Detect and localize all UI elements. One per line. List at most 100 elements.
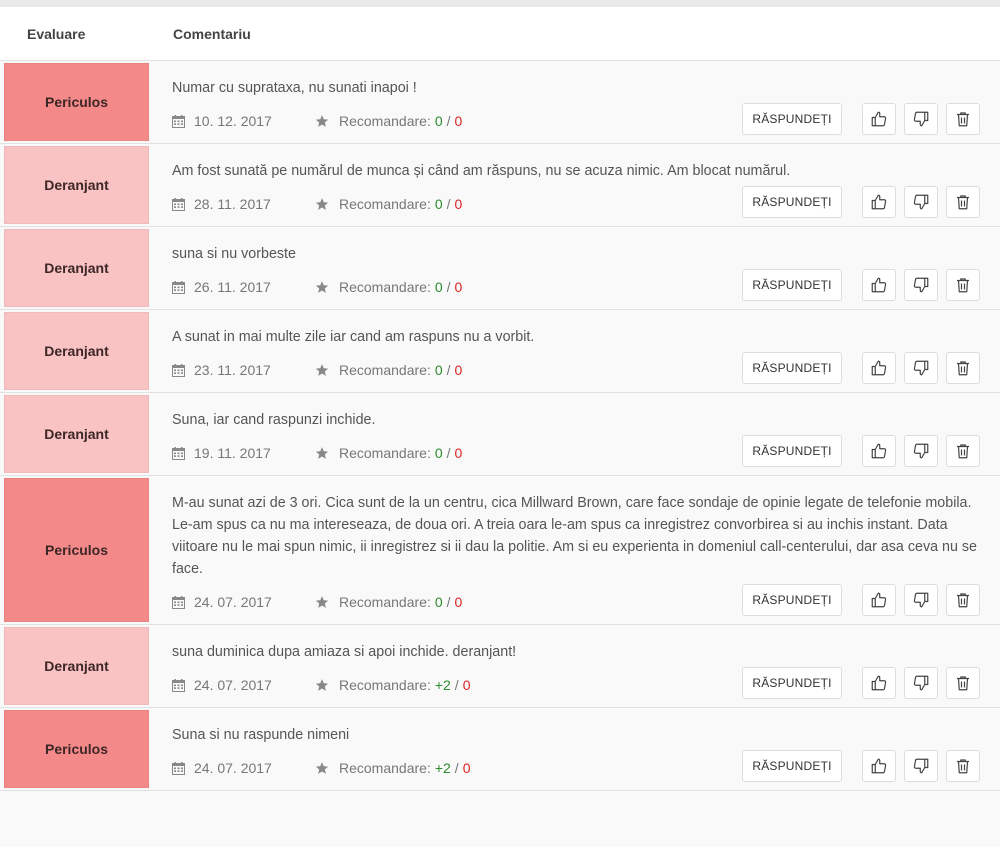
delete-button[interactable] (946, 584, 980, 616)
trash-icon (957, 759, 969, 774)
comment-content: Am fost sunată pe numărul de munca și câ… (149, 144, 1000, 226)
comment-row: Deranjant Suna, iar cand raspunzi inchid… (0, 393, 1000, 476)
like-button[interactable] (862, 667, 896, 699)
comment-row: Deranjant suna si nu vorbeste 26. 11. 20… (0, 227, 1000, 310)
recommendation-negative: 0 (454, 113, 463, 129)
delete-button[interactable] (946, 435, 980, 467)
recommendation-separator: / (446, 196, 451, 212)
reply-button[interactable]: RĂSPUNDEȚI (742, 352, 842, 384)
dislike-button[interactable] (904, 269, 938, 301)
thumbs-up-icon (871, 194, 887, 210)
thumbs-up-icon (871, 443, 887, 459)
comment-date: 24. 07. 2017 (194, 677, 272, 693)
thumbs-down-icon (913, 360, 929, 376)
date-group: 24. 07. 2017 (172, 594, 315, 610)
delete-button[interactable] (946, 750, 980, 782)
date-group: 28. 11. 2017 (172, 196, 315, 212)
dislike-button[interactable] (904, 352, 938, 384)
recommendation-group: Recomandare: 0 / 0 (315, 445, 462, 461)
rating-badge: Deranjant (4, 312, 149, 390)
star-icon (315, 281, 329, 293)
trash-icon (957, 195, 969, 210)
like-button[interactable] (862, 584, 896, 616)
comment-actions: RĂSPUNDEȚI (742, 269, 980, 301)
date-group: 26. 11. 2017 (172, 279, 315, 295)
dislike-button[interactable] (904, 186, 938, 218)
dislike-button[interactable] (904, 584, 938, 616)
trash-icon (957, 278, 969, 293)
comment-row: Periculos Suna si nu raspunde nimeni 24.… (0, 708, 1000, 791)
thumbs-down-icon (913, 675, 929, 691)
calendar-icon (172, 197, 185, 211)
thumbs-up-icon (871, 111, 887, 127)
delete-button[interactable] (946, 269, 980, 301)
comment-text: Suna, iar cand raspunzi inchide. (172, 412, 376, 428)
recommendation-separator: / (454, 677, 459, 693)
recommendation-separator: / (446, 445, 451, 461)
delete-button[interactable] (946, 103, 980, 135)
thumbs-up-icon (871, 675, 887, 691)
reply-button[interactable]: RĂSPUNDEȚI (742, 103, 842, 135)
rating-badge: Periculos (4, 63, 149, 141)
comment-date: 26. 11. 2017 (194, 279, 271, 295)
thumbs-up-icon (871, 758, 887, 774)
recommendation-positive: 0 (434, 594, 443, 610)
calendar-icon (172, 363, 185, 377)
comment-list: Periculos Numar cu suprataxa, nu sunati … (0, 61, 1000, 791)
delete-button[interactable] (946, 186, 980, 218)
star-icon (315, 198, 329, 210)
delete-button[interactable] (946, 667, 980, 699)
trash-icon (957, 361, 969, 376)
reply-button[interactable]: RĂSPUNDEȚI (742, 750, 842, 782)
date-group: 23. 11. 2017 (172, 362, 315, 378)
comment-actions: RĂSPUNDEȚI (742, 186, 980, 218)
recommendation-label: Recomandare: (339, 677, 431, 693)
trash-icon (957, 112, 969, 127)
comment-text: M-au sunat azi de 3 ori. Cica sunt de la… (172, 495, 977, 577)
like-button[interactable] (862, 435, 896, 467)
comment-content: suna duminica dupa amiaza si apoi inchid… (149, 625, 1000, 707)
recommendation-negative: 0 (454, 594, 463, 610)
recommendation-label: Recomandare: (339, 279, 431, 295)
comment-text: suna si nu vorbeste (172, 246, 296, 262)
comment-row: Periculos M-au sunat azi de 3 ori. Cica … (0, 476, 1000, 625)
reply-button[interactable]: RĂSPUNDEȚI (742, 667, 842, 699)
date-group: 24. 07. 2017 (172, 760, 315, 776)
dislike-button[interactable] (904, 667, 938, 699)
table-header: Evaluare Comentariu (0, 7, 1000, 61)
like-button[interactable] (862, 103, 896, 135)
comment-content: Suna, iar cand raspunzi inchide. 19. 11.… (149, 393, 1000, 475)
dislike-button[interactable] (904, 750, 938, 782)
comment-actions: RĂSPUNDEȚI (742, 103, 980, 135)
recommendation-negative: 0 (454, 445, 463, 461)
recommendation-positive: 0 (434, 279, 443, 295)
like-button[interactable] (862, 352, 896, 384)
recommendation-positive: 0 (434, 113, 443, 129)
star-icon (315, 364, 329, 376)
column-header-evaluare: Evaluare (27, 25, 86, 42)
recommendation-separator: / (446, 113, 451, 129)
reply-button[interactable]: RĂSPUNDEȚI (742, 186, 842, 218)
thumbs-down-icon (913, 758, 929, 774)
thumbs-up-icon (871, 592, 887, 608)
recommendation-positive: +2 (434, 760, 451, 776)
like-button[interactable] (862, 750, 896, 782)
reply-button[interactable]: RĂSPUNDEȚI (742, 269, 842, 301)
recommendation-group: Recomandare: 0 / 0 (315, 594, 462, 610)
reply-button[interactable]: RĂSPUNDEȚI (742, 435, 842, 467)
trash-icon (957, 593, 969, 608)
recommendation-label: Recomandare: (339, 760, 431, 776)
delete-button[interactable] (946, 352, 980, 384)
comment-actions: RĂSPUNDEȚI (742, 435, 980, 467)
star-icon (315, 762, 329, 774)
like-button[interactable] (862, 186, 896, 218)
thumbs-down-icon (913, 111, 929, 127)
like-button[interactable] (862, 269, 896, 301)
dislike-button[interactable] (904, 103, 938, 135)
recommendation-group: Recomandare: 0 / 0 (315, 196, 462, 212)
reply-button[interactable]: RĂSPUNDEȚI (742, 584, 842, 616)
comment-text: Am fost sunată pe numărul de munca și câ… (172, 163, 791, 179)
dislike-button[interactable] (904, 435, 938, 467)
comment-text: Suna si nu raspunde nimeni (172, 727, 350, 743)
recommendation-label: Recomandare: (339, 362, 431, 378)
